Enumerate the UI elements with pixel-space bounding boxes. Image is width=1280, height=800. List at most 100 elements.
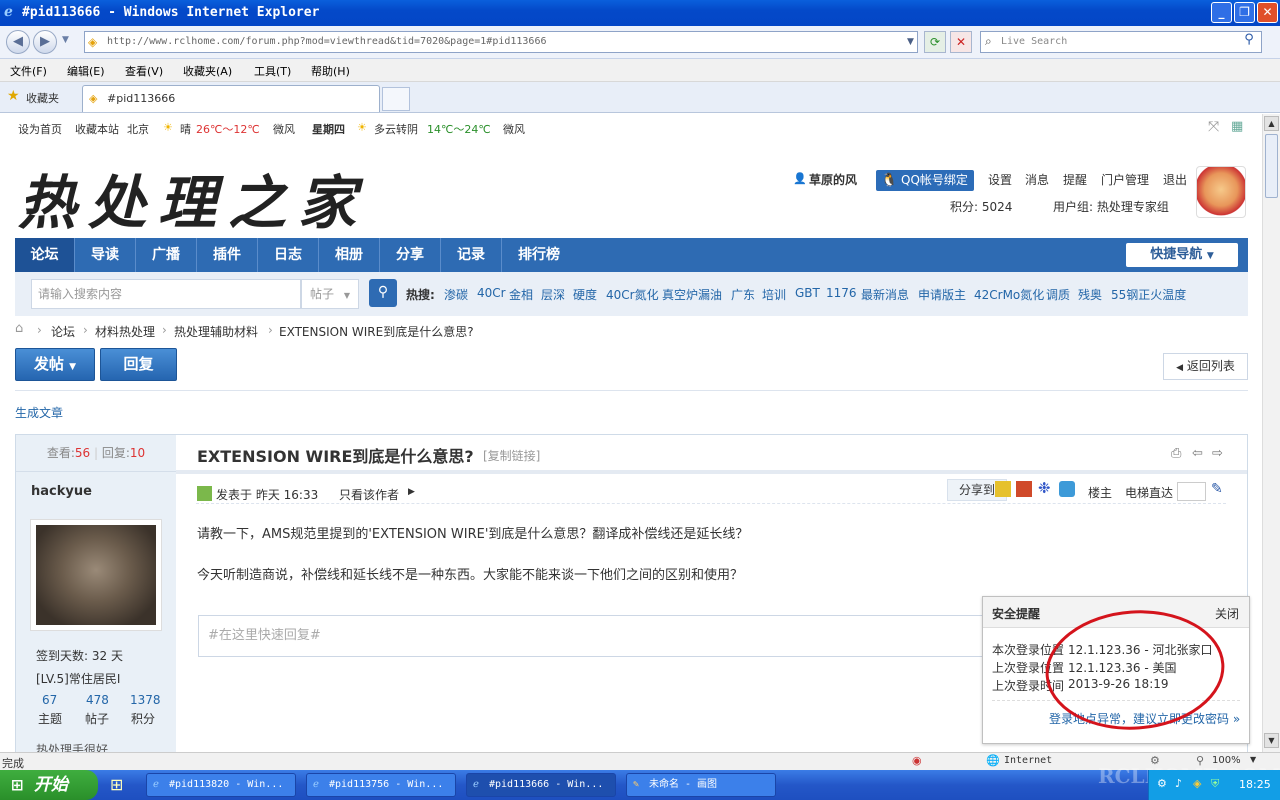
- scroll-up-icon[interactable]: ▲: [1264, 116, 1279, 131]
- menu-tools[interactable]: 工具(T): [254, 63, 291, 79]
- menu-help[interactable]: 帮助(H): [311, 63, 350, 79]
- new-tab-button[interactable]: [382, 87, 410, 111]
- header-portal-link[interactable]: 门户管理: [1101, 171, 1149, 188]
- share-weibo-icon[interactable]: [1016, 481, 1032, 497]
- back-button[interactable]: ◀: [6, 30, 30, 54]
- hot-tag[interactable]: 调质: [1046, 286, 1070, 303]
- username-link[interactable]: 草原的风: [809, 171, 857, 188]
- menu-edit[interactable]: 编辑(E): [67, 63, 105, 79]
- tray-network-icon[interactable]: ⚙: [1157, 777, 1167, 790]
- tray-clock[interactable]: 18:25: [1239, 778, 1271, 791]
- hot-tag[interactable]: 申请版主: [918, 286, 966, 303]
- minimize-button[interactable]: _: [1211, 2, 1232, 23]
- points-label[interactable]: 积分: 5024: [950, 198, 1012, 215]
- breadcrumb-forum[interactable]: 论坛: [51, 323, 75, 340]
- print-icon[interactable]: ⎙: [1171, 446, 1181, 461]
- nav-plugins[interactable]: 插件: [197, 238, 258, 272]
- only-author-link[interactable]: 只看该作者: [339, 486, 399, 503]
- posts-count[interactable]: 478: [86, 693, 109, 707]
- menu-file[interactable]: 文件(F): [10, 63, 47, 79]
- live-search-input[interactable]: Live Search: [980, 31, 1262, 53]
- breadcrumb-board[interactable]: 热处理辅助材料: [174, 323, 258, 340]
- jump-go-icon[interactable]: ✎: [1211, 481, 1223, 497]
- share-tencent-icon[interactable]: [1059, 481, 1075, 497]
- nav-share[interactable]: 分享: [380, 238, 441, 272]
- zoom-chevron-icon[interactable]: ▼: [1250, 755, 1256, 764]
- forward-button[interactable]: ▶: [33, 30, 57, 54]
- menu-view[interactable]: 查看(V): [125, 63, 163, 79]
- hot-tag[interactable]: 40Cr氮化: [606, 286, 659, 303]
- hot-tag[interactable]: GBT: [795, 286, 820, 300]
- hot-tag[interactable]: 最新消息: [861, 286, 909, 303]
- hot-tag[interactable]: 金相: [509, 286, 533, 303]
- generate-article-link[interactable]: 生成文章: [15, 404, 63, 421]
- copy-link-button[interactable]: [复制链接]: [483, 447, 540, 464]
- hot-tag[interactable]: 残奥: [1078, 286, 1102, 303]
- nav-forum[interactable]: 论坛: [15, 238, 75, 272]
- start-button[interactable]: ⊞ 开始: [0, 770, 98, 800]
- privacy-icon[interactable]: ◉: [912, 754, 922, 767]
- vertical-scrollbar[interactable]: ▲ ▼: [1262, 114, 1280, 752]
- prev-thread-icon[interactable]: ⇦: [1192, 446, 1203, 461]
- maximize-button[interactable]: ❐: [1234, 2, 1255, 23]
- points-count[interactable]: 1378: [130, 693, 161, 707]
- bookmark-link[interactable]: 收藏本站: [75, 121, 119, 137]
- refresh-icon[interactable]: ⟳: [924, 31, 946, 53]
- new-post-button[interactable]: 发帖 ▼: [15, 348, 95, 381]
- search-submit-button[interactable]: ⚲: [369, 279, 397, 307]
- next-thread-icon[interactable]: ⇨: [1212, 446, 1223, 461]
- topics-count[interactable]: 67: [42, 693, 57, 707]
- back-to-list-button[interactable]: ◀ 返回列表: [1163, 353, 1248, 380]
- hot-tag[interactable]: 42CrMo氮化: [974, 286, 1044, 303]
- window-title-bar[interactable]: ℯ #pid113666 - Windows Internet Explorer…: [0, 0, 1280, 26]
- qq-bind-button[interactable]: 🐧 QQ帐号绑定: [876, 170, 974, 191]
- address-input[interactable]: http://www.rclhome.com/forum.php?mod=vie…: [84, 31, 918, 53]
- taskbar-window-3-active[interactable]: ℯ #pid113666 - Win...: [466, 773, 616, 797]
- header-logout-link[interactable]: 退出: [1163, 171, 1187, 188]
- nav-broadcast[interactable]: 广播: [136, 238, 197, 272]
- header-messages-link[interactable]: 消息: [1025, 171, 1049, 188]
- nav-guide[interactable]: 导读: [75, 238, 136, 272]
- breadcrumb-category[interactable]: 材料热处理: [95, 323, 155, 340]
- reply-button[interactable]: 回复: [100, 348, 177, 381]
- taskbar-window-4[interactable]: ✎ 未命名 - 画图: [626, 773, 776, 797]
- usergroup-label[interactable]: 用户组: 热处理专家组: [1053, 198, 1169, 215]
- menu-favorites[interactable]: 收藏夹(A): [183, 63, 232, 79]
- browser-tab-active[interactable]: ◈ #pid113666: [82, 85, 380, 112]
- tray-security-icon[interactable]: ◈: [1193, 777, 1201, 790]
- hot-tag[interactable]: 培训: [762, 286, 786, 303]
- hot-tag[interactable]: 1176: [826, 286, 857, 300]
- floor-jump-input[interactable]: [1177, 482, 1206, 501]
- share-baidu-icon[interactable]: ❉: [1038, 479, 1051, 497]
- share-qzone-icon[interactable]: [995, 481, 1011, 497]
- set-home-link[interactable]: 设为首页: [18, 121, 62, 137]
- close-window-button[interactable]: ✕: [1257, 2, 1278, 23]
- collapse-icon[interactable]: ⤧: [1208, 119, 1219, 135]
- header-notice-link[interactable]: 提醒: [1063, 171, 1087, 188]
- nav-album[interactable]: 相册: [319, 238, 380, 272]
- taskbar-window-1[interactable]: ℯ #pid113820 - Win...: [146, 773, 296, 797]
- hot-tag[interactable]: 渗碳: [444, 286, 468, 303]
- nav-records[interactable]: 记录: [441, 238, 502, 272]
- hot-tag[interactable]: 硬度: [573, 286, 597, 303]
- nav-blog[interactable]: 日志: [258, 238, 319, 272]
- nav-ranking[interactable]: 排行榜: [502, 238, 576, 272]
- user-avatar[interactable]: [1196, 166, 1246, 218]
- hot-tag[interactable]: 真空炉漏油: [662, 286, 722, 303]
- search-go-button[interactable]: ⚲: [1238, 32, 1260, 52]
- hot-tag[interactable]: 层深: [541, 286, 565, 303]
- scroll-down-icon[interactable]: ▼: [1264, 733, 1279, 748]
- home-icon[interactable]: ⌂: [15, 321, 23, 336]
- site-logo[interactable]: 热处理之家: [18, 156, 368, 240]
- author-name[interactable]: hackyue: [31, 484, 92, 499]
- quick-launch-icon[interactable]: ⊞: [110, 775, 123, 794]
- hot-tag[interactable]: 40Cr: [477, 286, 506, 300]
- taskbar-window-2[interactable]: ℯ #pid113756 - Win...: [306, 773, 456, 797]
- history-dropdown-icon[interactable]: ▼: [62, 35, 69, 45]
- header-settings-link[interactable]: 设置: [988, 171, 1012, 188]
- author-avatar[interactable]: [30, 519, 162, 631]
- tray-shield-icon[interactable]: ⛨: [1211, 777, 1219, 791]
- tray-volume-icon[interactable]: ♪: [1175, 777, 1182, 790]
- quick-nav-button[interactable]: 快捷导航 ▼: [1126, 243, 1238, 267]
- hot-tag[interactable]: 55钢正火温度: [1111, 286, 1186, 303]
